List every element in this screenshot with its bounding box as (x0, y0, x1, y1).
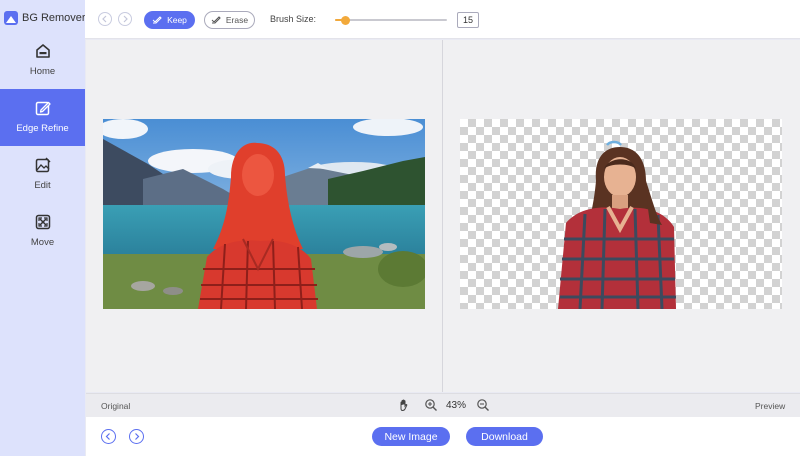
app-logo-icon (4, 11, 18, 25)
original-image (103, 119, 425, 309)
sidebar-item-move[interactable]: Move (0, 203, 85, 260)
brush-size-slider[interactable] (335, 15, 447, 25)
brush-size-value[interactable]: 15 (457, 12, 479, 28)
redo-button[interactable] (118, 12, 132, 26)
brand: BG Remover (4, 11, 86, 25)
zoom-in-icon[interactable] (424, 398, 438, 412)
sidebar-item-edge-refine[interactable]: Edge Refine (0, 89, 85, 146)
edge-refine-icon (35, 101, 51, 116)
keep-brush-icon (152, 15, 162, 24)
app-title: BG Remover (22, 12, 86, 24)
hand-pan-icon[interactable] (397, 398, 411, 412)
previous-button[interactable] (101, 429, 116, 444)
preview-panel (443, 40, 800, 392)
sidebar-item-label: Edge Refine (16, 123, 69, 134)
redo-icon (123, 15, 128, 23)
sidebar-item-home[interactable]: Home (0, 32, 85, 89)
brush-size-knob[interactable] (340, 15, 350, 25)
new-image-button[interactable]: New Image (372, 427, 450, 446)
sidebar-item-label: Move (30, 237, 55, 248)
download-button[interactable]: Download (466, 427, 543, 446)
toolbar: Keep Erase Brush Size: 15 (85, 0, 800, 39)
edit-image-icon (35, 157, 51, 173)
erase-brush-icon (211, 15, 221, 24)
preview-label: Preview (755, 401, 786, 411)
chevron-left-icon (105, 433, 110, 440)
original-panel (86, 40, 442, 392)
undo-icon (102, 15, 107, 23)
sidebar-item-edit[interactable]: Edit (0, 146, 85, 203)
brush-size-label: Brush Size: (270, 14, 317, 24)
preview-image (460, 119, 782, 309)
erase-button[interactable]: Erase (204, 11, 255, 29)
move-arrows-icon (35, 214, 50, 230)
home-icon (35, 44, 50, 58)
zoom-out-icon[interactable] (476, 398, 490, 412)
keep-button[interactable]: Keep (144, 11, 195, 29)
undo-button[interactable] (98, 12, 112, 26)
erase-label: Erase (225, 15, 249, 25)
original-label: Original (101, 401, 131, 411)
next-button[interactable] (129, 429, 144, 444)
keep-label: Keep (167, 15, 187, 25)
bottom-bar: New Image Download (86, 417, 800, 456)
zoom-level: 43% (446, 400, 467, 411)
sidebar: BG Remover Home Edge Refine Edit Move (0, 0, 86, 456)
sidebar-item-label: Edit (34, 180, 51, 191)
sidebar-item-label: Home (29, 66, 56, 77)
zoom-bar: Original 43% Preview (86, 393, 800, 417)
chevron-right-icon (135, 433, 140, 440)
